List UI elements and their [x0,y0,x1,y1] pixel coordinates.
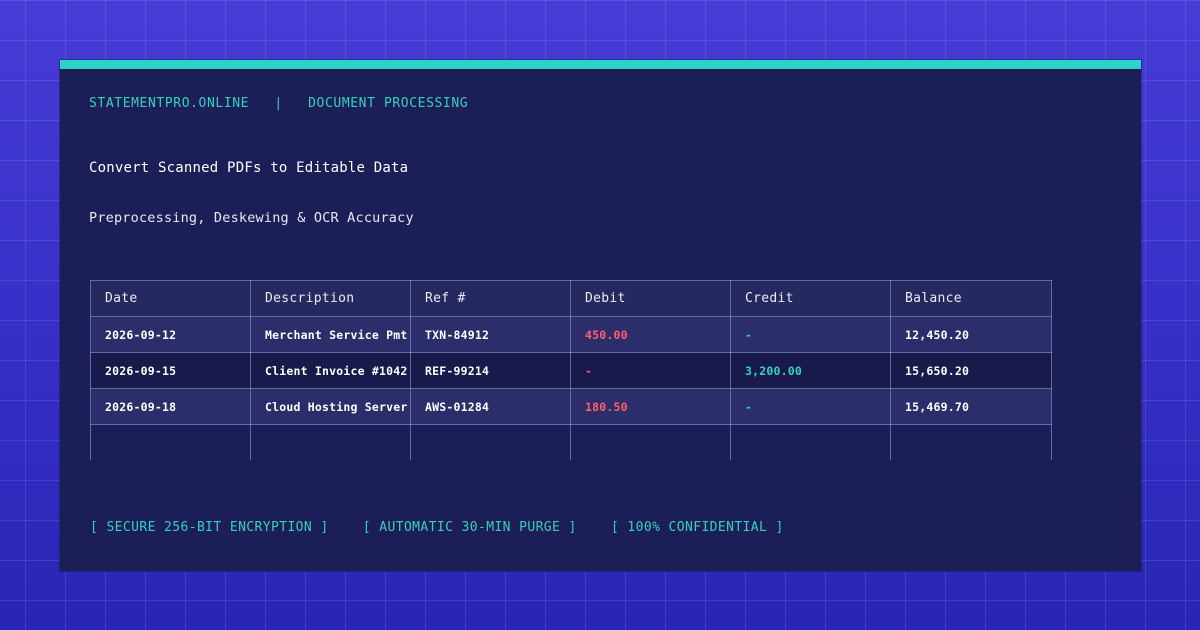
cell-credit: - [730,316,891,353]
cell-balance: 15,650.20 [890,352,1052,389]
table-row: 2026-09-15 Client Invoice #1042 REF-9921… [90,352,1052,389]
column-header-date: Date [90,280,251,317]
cell-description: Cloud Hosting Server [250,388,411,425]
table-row: 2026-09-12 Merchant Service Pmt TXN-8491… [90,316,1052,353]
column-header-description: Description [250,280,411,317]
empty-cell [730,424,891,460]
cell-date: 2026-09-12 [90,316,251,353]
header-separator: | [274,96,283,111]
brand-header: STATEMENTPRO.ONLINE | DOCUMENT PROCESSIN… [89,96,468,111]
cell-balance: 15,469.70 [890,388,1052,425]
cell-credit: 3,200.00 [730,352,891,389]
cell-date: 2026-09-15 [90,352,251,389]
cell-date: 2026-09-18 [90,388,251,425]
cell-description: Merchant Service Pmt [250,316,411,353]
table-header-row: Date Description Ref # Debit Credit Bala… [90,280,1052,317]
column-header-balance: Balance [890,280,1052,317]
site-name[interactable]: STATEMENTPRO.ONLINE [89,96,249,111]
badge-encryption: [ SECURE 256-BIT ENCRYPTION ] [90,520,329,535]
cell-debit: 180.50 [570,388,731,425]
empty-cell [570,424,731,460]
cell-ref: TXN-84912 [410,316,571,353]
page-title: Convert Scanned PDFs to Editable Data [89,160,409,176]
cell-debit: - [570,352,731,389]
badge-confidential: [ 100% CONFIDENTIAL ] [610,520,784,535]
accent-top-bar [60,60,1141,69]
section-name: DOCUMENT PROCESSING [308,96,469,111]
statement-card: STATEMENTPRO.ONLINE | DOCUMENT PROCESSIN… [60,60,1141,571]
cell-description: Client Invoice #1042 [250,352,411,389]
cell-debit: 450.00 [570,316,731,353]
empty-cell [890,424,1052,460]
security-badges: [ SECURE 256-BIT ENCRYPTION ] [ AUTOMATI… [90,520,810,535]
cell-ref: REF-99214 [410,352,571,389]
page-subtitle: Preprocessing, Deskewing & OCR Accuracy [89,210,414,226]
empty-cell [250,424,411,460]
column-header-credit: Credit [730,280,891,317]
table-row-empty [90,424,1052,460]
transactions-table: Date Description Ref # Debit Credit Bala… [90,280,1052,460]
cell-balance: 12,450.20 [890,316,1052,353]
cell-ref: AWS-01284 [410,388,571,425]
column-header-ref: Ref # [410,280,571,317]
badge-purge: [ AUTOMATIC 30-MIN PURGE ] [362,520,577,535]
empty-cell [410,424,571,460]
cell-credit: - [730,388,891,425]
empty-cell [90,424,251,460]
table-row: 2026-09-18 Cloud Hosting Server AWS-0128… [90,388,1052,425]
column-header-debit: Debit [570,280,731,317]
